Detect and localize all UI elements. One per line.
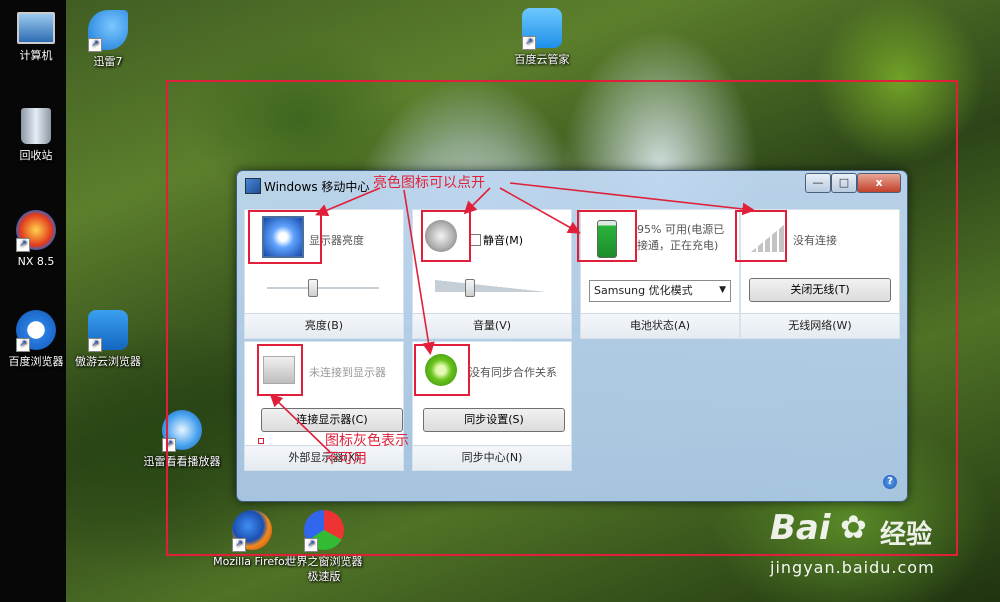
arrow-to-battery-icon	[499, 187, 581, 234]
baidu-watermark: Bai ✿ 经验 jingyan.baidu.com	[770, 500, 970, 590]
arrow-to-sync-icon	[403, 189, 435, 356]
bright-icon-note: 亮色图标可以点开	[373, 175, 485, 191]
baidu-jingyan-text: 经验	[880, 520, 933, 550]
baidu-url: jingyan.baidu.com	[770, 558, 935, 577]
arrow-to-wireless-icon	[509, 182, 756, 216]
gray-icon-note: 图标灰色表示不可用	[325, 433, 409, 467]
desktop-background: 计算机 ↗ 迅雷7 ↗ 百度云管家 回收站 ↗ NX 8.5 ↗ 百度浏览器 ↗…	[0, 0, 1000, 602]
baidu-logo-text: Bai	[770, 508, 831, 548]
arrow-to-display-icon	[315, 187, 381, 217]
paw-icon: ✿	[840, 508, 867, 546]
arrow-to-monitor-icon	[269, 393, 331, 453]
